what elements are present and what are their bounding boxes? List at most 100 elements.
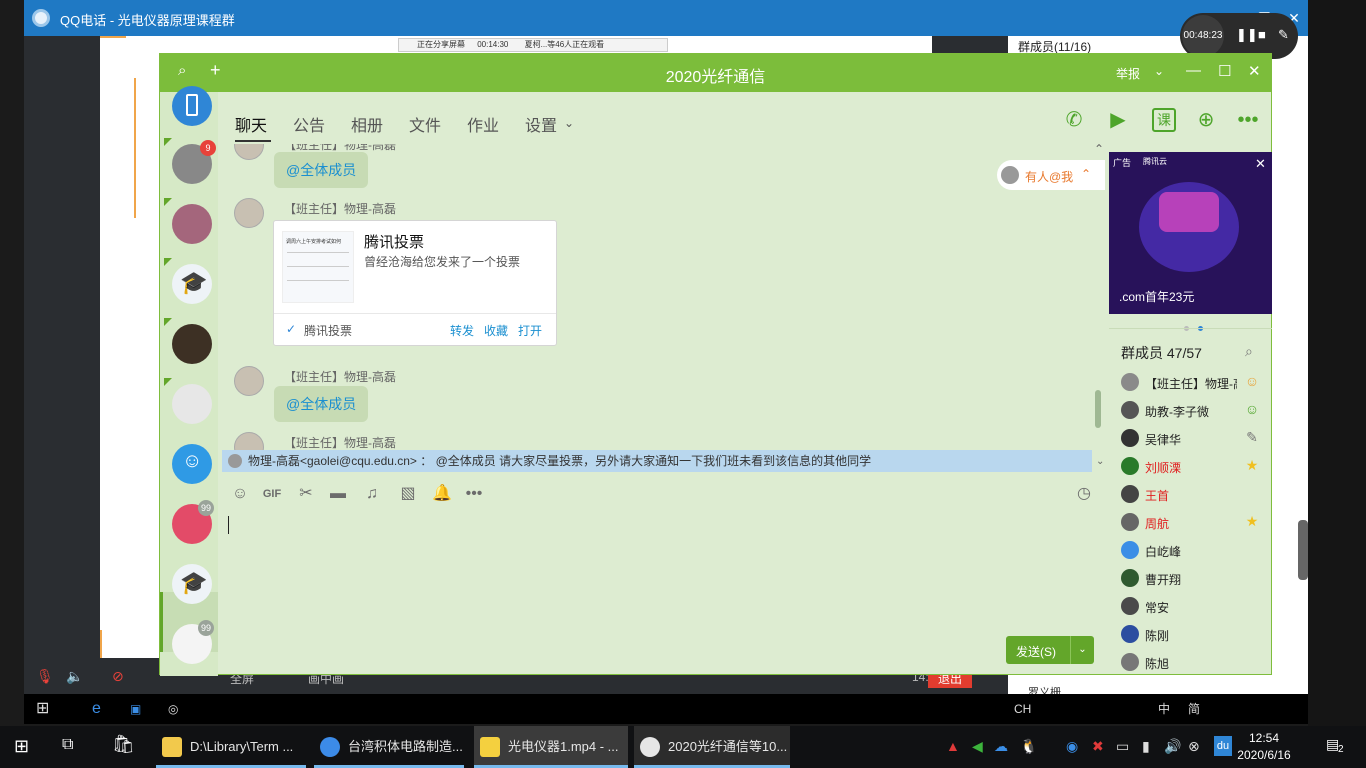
tray-app-icon[interactable]: ◉ xyxy=(1066,738,1078,755)
stop-icon[interactable]: ■ xyxy=(1258,27,1266,42)
ime-simp[interactable]: 简 xyxy=(1188,694,1200,724)
mention-notice-bar[interactable]: 物理-高磊<gaolei@cqu.edu.cn> ： @全体成员 请大家尽量投票… xyxy=(222,450,1092,472)
member-row[interactable]: 【班主任】物理-高磊 ☺ xyxy=(1121,369,1267,397)
member-row[interactable]: 周航 ★ xyxy=(1121,509,1267,537)
ime-lang[interactable]: 中 xyxy=(1158,694,1170,724)
chevron-down-icon[interactable]: ⌄ xyxy=(1096,456,1104,467)
edge-icon[interactable]: e xyxy=(92,694,101,724)
report-button[interactable]: 举报 xyxy=(1116,65,1140,82)
qq-tray-icon[interactable]: 🐧 xyxy=(1020,738,1037,755)
emoji-icon[interactable]: ☺ xyxy=(228,482,252,506)
notification-count: 2 xyxy=(1338,744,1344,755)
chevron-up-icon[interactable]: ⌃ xyxy=(1094,142,1104,156)
windows-logo-icon[interactable]: ⊞ xyxy=(36,694,49,724)
member-row[interactable]: 吴律华 ✎ xyxy=(1121,425,1267,453)
scroll-handle[interactable] xyxy=(1298,520,1308,580)
member-row[interactable]: 陈刚 xyxy=(1121,621,1267,649)
chevron-down-icon[interactable]: ⌄ xyxy=(1154,64,1164,78)
sender-avatar[interactable] xyxy=(234,366,264,396)
minimize-icon[interactable]: — xyxy=(1186,62,1201,79)
favorite-link[interactable]: 收藏 xyxy=(484,322,508,339)
vote-card-footer: ✓ 腾讯投票 转发 收藏 打开 xyxy=(274,313,556,345)
session-avatar[interactable] xyxy=(172,324,212,364)
tab-homework[interactable]: 作业 xyxy=(467,112,499,136)
music-icon[interactable]: ♫ xyxy=(360,482,384,506)
maximize-icon[interactable]: ☐ xyxy=(1218,62,1231,80)
at-me-indicator[interactable]: 有人@我 ⌃ xyxy=(997,160,1105,190)
gif-icon[interactable]: GIF xyxy=(260,482,284,506)
session-avatar[interactable] xyxy=(172,384,212,424)
open-link[interactable]: 打开 xyxy=(518,322,542,339)
mic-muted-icon[interactable]: 🎙 xyxy=(36,668,54,685)
member-row[interactable]: 陈旭 xyxy=(1121,649,1267,677)
send-button[interactable]: 发送(S) ⌄ xyxy=(1006,636,1094,664)
camera-off-icon[interactable]: ⊘ xyxy=(112,668,124,685)
tray-app-icon[interactable]: ▲ xyxy=(946,738,960,754)
image-icon[interactable]: ▧ xyxy=(396,482,420,506)
session-avatar-contacts[interactable]: ☺ xyxy=(172,444,212,484)
sender-avatar[interactable] xyxy=(234,144,264,160)
member-row[interactable]: 曹开翔 xyxy=(1121,565,1267,593)
phone-call-icon[interactable]: ✆ xyxy=(1062,108,1086,132)
star-icon: ★ xyxy=(1245,513,1259,529)
close-icon[interactable]: ✕ xyxy=(1248,62,1261,80)
cloud-icon[interactable]: ☁ xyxy=(994,738,1008,755)
tab-announcements[interactable]: 公告 xyxy=(293,112,325,136)
scissors-icon[interactable]: ✂ xyxy=(294,482,318,506)
baidu-input-icon[interactable]: du xyxy=(1214,736,1232,756)
tray-close-icon[interactable]: ⊗ xyxy=(1188,738,1200,755)
send-options-icon[interactable]: ⌄ xyxy=(1070,636,1094,664)
session-avatar[interactable] xyxy=(172,204,212,244)
tray-app-icon[interactable]: ◀ xyxy=(972,738,983,755)
chevron-up-icon: ⌃ xyxy=(1081,167,1092,181)
member-row[interactable]: 刘顺溧 ★ xyxy=(1121,453,1267,481)
member-row[interactable]: 王首 xyxy=(1121,481,1267,509)
store-icon[interactable]: 🛍 xyxy=(112,734,135,755)
advertisement[interactable]: 广告 腾讯云 ✕ .com首年23元 xyxy=(1109,152,1272,314)
member-row[interactable]: 白屹峰 xyxy=(1121,537,1267,565)
task-chrome[interactable]: 台湾积体电路制造... xyxy=(314,726,464,768)
battery-icon[interactable]: ▮ xyxy=(1142,738,1150,755)
tab-chat[interactable]: 聊天 xyxy=(235,112,267,136)
task-view-icon[interactable]: ⧉ xyxy=(62,736,73,754)
network-icon[interactable]: ▭ xyxy=(1116,738,1129,755)
video-call-icon[interactable]: ▶ xyxy=(1106,108,1130,132)
vote-card[interactable]: 调周六上午安排考试如何 腾讯投票 曾经沧海给您发来了一个投票 ✓ 腾讯投票 转发… xyxy=(273,220,557,346)
sender-avatar[interactable] xyxy=(234,198,264,228)
folder-icon[interactable]: ▬ xyxy=(326,482,350,506)
clock[interactable]: 12:54 2020/6/16 xyxy=(1234,730,1294,764)
search-icon[interactable]: ⌕ xyxy=(1245,343,1253,360)
member-row[interactable]: 助教-李子微 ☺ xyxy=(1121,397,1267,425)
bell-icon[interactable]: 🔔 xyxy=(430,482,454,506)
message-input[interactable] xyxy=(218,510,1108,676)
task-video[interactable]: 光电仪器1.mp4 - ... xyxy=(474,726,628,768)
forward-link[interactable]: 转发 xyxy=(450,322,474,339)
members-title: 群成员 47/57 xyxy=(1121,345,1202,361)
history-clock-icon[interactable]: ◷ xyxy=(1072,482,1096,506)
screen-icon[interactable]: ▣ xyxy=(130,694,141,724)
windows-start-icon[interactable]: ⊞ xyxy=(14,736,29,757)
member-row[interactable]: 常安 xyxy=(1121,593,1267,621)
volume-icon[interactable]: 🔊 xyxy=(1164,738,1181,755)
class-icon[interactable]: 课 xyxy=(1152,108,1176,132)
chevron-down-icon[interactable]: ⌄ xyxy=(564,116,574,130)
session-avatar-phone[interactable] xyxy=(172,86,212,126)
pause-icon[interactable]: ❚❚ xyxy=(1236,27,1258,43)
session-avatar-graduation[interactable]: 🎓 xyxy=(172,564,212,604)
tab-files[interactable]: 文件 xyxy=(409,112,441,136)
tab-album[interactable]: 相册 xyxy=(351,112,383,136)
tab-settings[interactable]: 设置 xyxy=(525,112,557,136)
scrollbar-thumb[interactable] xyxy=(1095,390,1101,428)
pen-icon[interactable]: ✎ xyxy=(1278,27,1289,43)
ime-mode[interactable]: CH xyxy=(1014,694,1031,724)
task-explorer[interactable]: D:\Library\Term ... xyxy=(156,726,306,768)
more-icon[interactable]: ••• xyxy=(1236,108,1260,132)
app-icon[interactable]: ◎ xyxy=(168,694,178,724)
ad-close-icon[interactable]: ✕ xyxy=(1255,156,1266,172)
task-qq-group[interactable]: 2020光纤通信等10... xyxy=(634,726,790,768)
session-avatar-graduation[interactable]: 🎓 xyxy=(172,264,212,304)
add-app-icon[interactable]: ⊕ xyxy=(1194,108,1218,132)
speaker-icon[interactable]: 🔈 xyxy=(66,668,83,685)
tray-app-icon[interactable]: ✖ xyxy=(1092,738,1104,755)
more-icon[interactable]: ••• xyxy=(462,482,486,506)
